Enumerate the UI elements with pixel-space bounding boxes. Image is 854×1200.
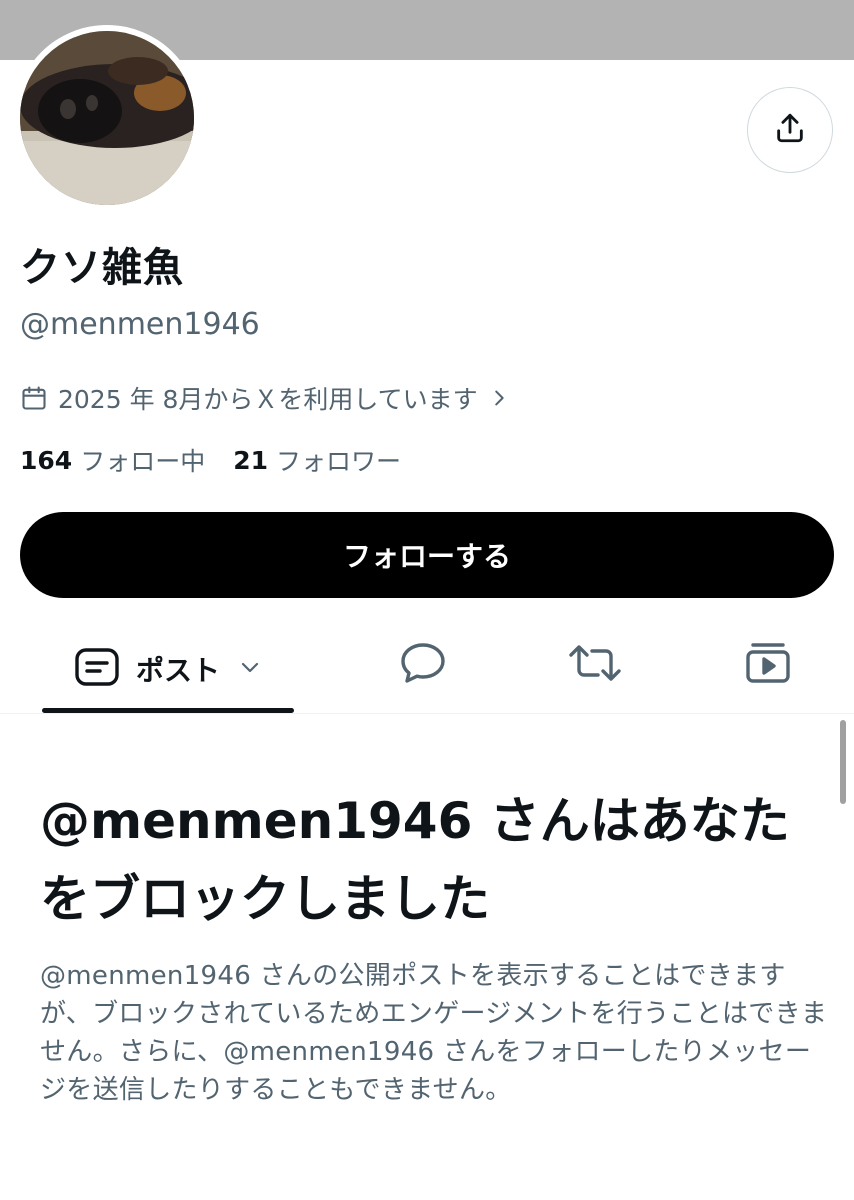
following-count: 164 [20,445,73,475]
followers-count: 21 [233,445,268,475]
scrollbar[interactable] [840,720,846,804]
follow-button[interactable]: フォローする [20,512,834,598]
repost-icon [568,643,622,687]
posts-icon [74,647,120,691]
tab-reposts[interactable] [555,625,635,705]
tab-media[interactable] [728,625,808,705]
profile-tabs: ポスト [0,625,854,713]
share-button[interactable] [747,87,833,173]
following-label: フォロー中 [80,447,206,476]
following-stat[interactable]: 164 フォロー中 [20,442,205,478]
tab-posts[interactable]: ポスト [42,625,294,713]
joined-date-text: 2025 年 8月からＸを利用しています [58,385,478,414]
blocked-message: @menmen1946 さんの公開ポストを表示することはできますが、ブロックされ… [40,961,828,1105]
chevron-down-icon[interactable] [238,655,262,683]
avatar[interactable] [20,31,194,205]
blocked-title: @menmen1946 さんはあなたをブロックしました [40,792,790,928]
tabs-divider [0,713,854,714]
follow-stats: 164 フォロー中 21 フォロワー [20,442,429,478]
share-icon [773,111,807,149]
joined-date-row[interactable]: 2025 年 8月からＸを利用しています [20,380,510,416]
reply-bubble-icon [399,641,447,689]
media-icon [745,642,791,688]
tab-posts-label: ポスト [135,654,220,687]
display-name: クソ雑魚 [20,245,184,291]
tab-replies[interactable] [383,625,463,705]
handle: @menmen1946 [20,307,260,342]
followers-stat[interactable]: 21 フォロワー [233,442,401,478]
followers-label: フォロワー [276,447,402,476]
calendar-icon [20,384,48,412]
chevron-right-icon [488,387,510,409]
